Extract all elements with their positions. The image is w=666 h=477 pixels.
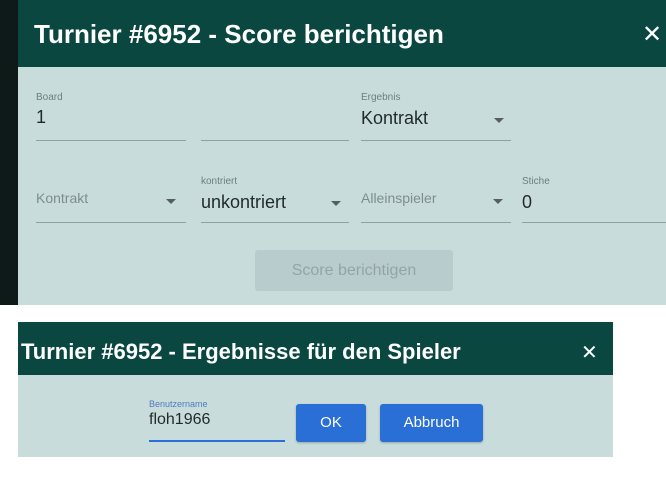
kontrakt-underline [36,222,186,223]
ok-button[interactable]: OK [296,404,366,442]
close-icon[interactable]: ✕ [581,340,598,365]
dialog-title: Turnier #6952 - Ergebnisse für den Spiel… [21,339,461,364]
spieler-underline [201,140,349,141]
username-label: Benutzername [149,399,208,409]
alleinspieler-underline [361,222,511,223]
cancel-button[interactable]: Abbruch [380,404,483,442]
stiche-label: Stiche [522,176,550,187]
board-value[interactable]: 1 [36,107,46,128]
chevron-down-icon[interactable] [331,201,341,206]
stiche-underline [522,222,666,223]
stiche-field[interactable]: Stiche 0 [522,168,666,224]
username-input[interactable]: floh1966 [149,411,210,429]
score-correction-dialog: Turnier #6952 - Score berichtigen ✕ Boar… [18,0,666,305]
window-edge-left [0,0,18,305]
kontrakt-select[interactable]: Kontrakt [36,168,186,224]
alleinspieler-placeholder: Alleinspieler [361,190,437,206]
ergebnis-underline [361,140,511,141]
spieler-field[interactable] [201,86,349,142]
kontriert-select[interactable]: kontriert unkontriert [201,168,349,224]
ergebnis-select[interactable]: Ergebnis Kontrakt [361,86,511,142]
dialog-header: Turnier #6952 - Score berichtigen ✕ [18,0,666,67]
chevron-down-icon[interactable] [494,118,504,123]
kontriert-label: kontriert [201,176,238,187]
close-icon[interactable]: ✕ [642,20,662,49]
username-field[interactable]: Benutzername floh1966 [149,395,285,443]
username-underline [149,440,285,442]
dialog-header: Turnier #6952 - Ergebnisse für den Spiel… [18,322,613,375]
board-field[interactable]: Board 1 [36,86,186,142]
alleinspieler-select[interactable]: Alleinspieler [361,168,511,224]
kontriert-value[interactable]: unkontriert [201,192,286,213]
chevron-down-icon[interactable] [493,199,503,204]
chevron-down-icon[interactable] [166,199,176,204]
board-underline [36,140,186,141]
score-berichtigen-button[interactable]: Score berichtigen [255,250,453,291]
kontriert-underline [201,222,349,223]
kontrakt-placeholder: Kontrakt [36,190,89,206]
dialog-title: Turnier #6952 - Score berichtigen [34,19,444,49]
player-results-dialog: Turnier #6952 - Ergebnisse für den Spiel… [18,322,613,457]
ergebnis-label: Ergebnis [361,92,401,103]
ergebnis-value[interactable]: Kontrakt [361,108,428,129]
board-label: Board [36,92,63,103]
stiche-value[interactable]: 0 [522,192,532,213]
